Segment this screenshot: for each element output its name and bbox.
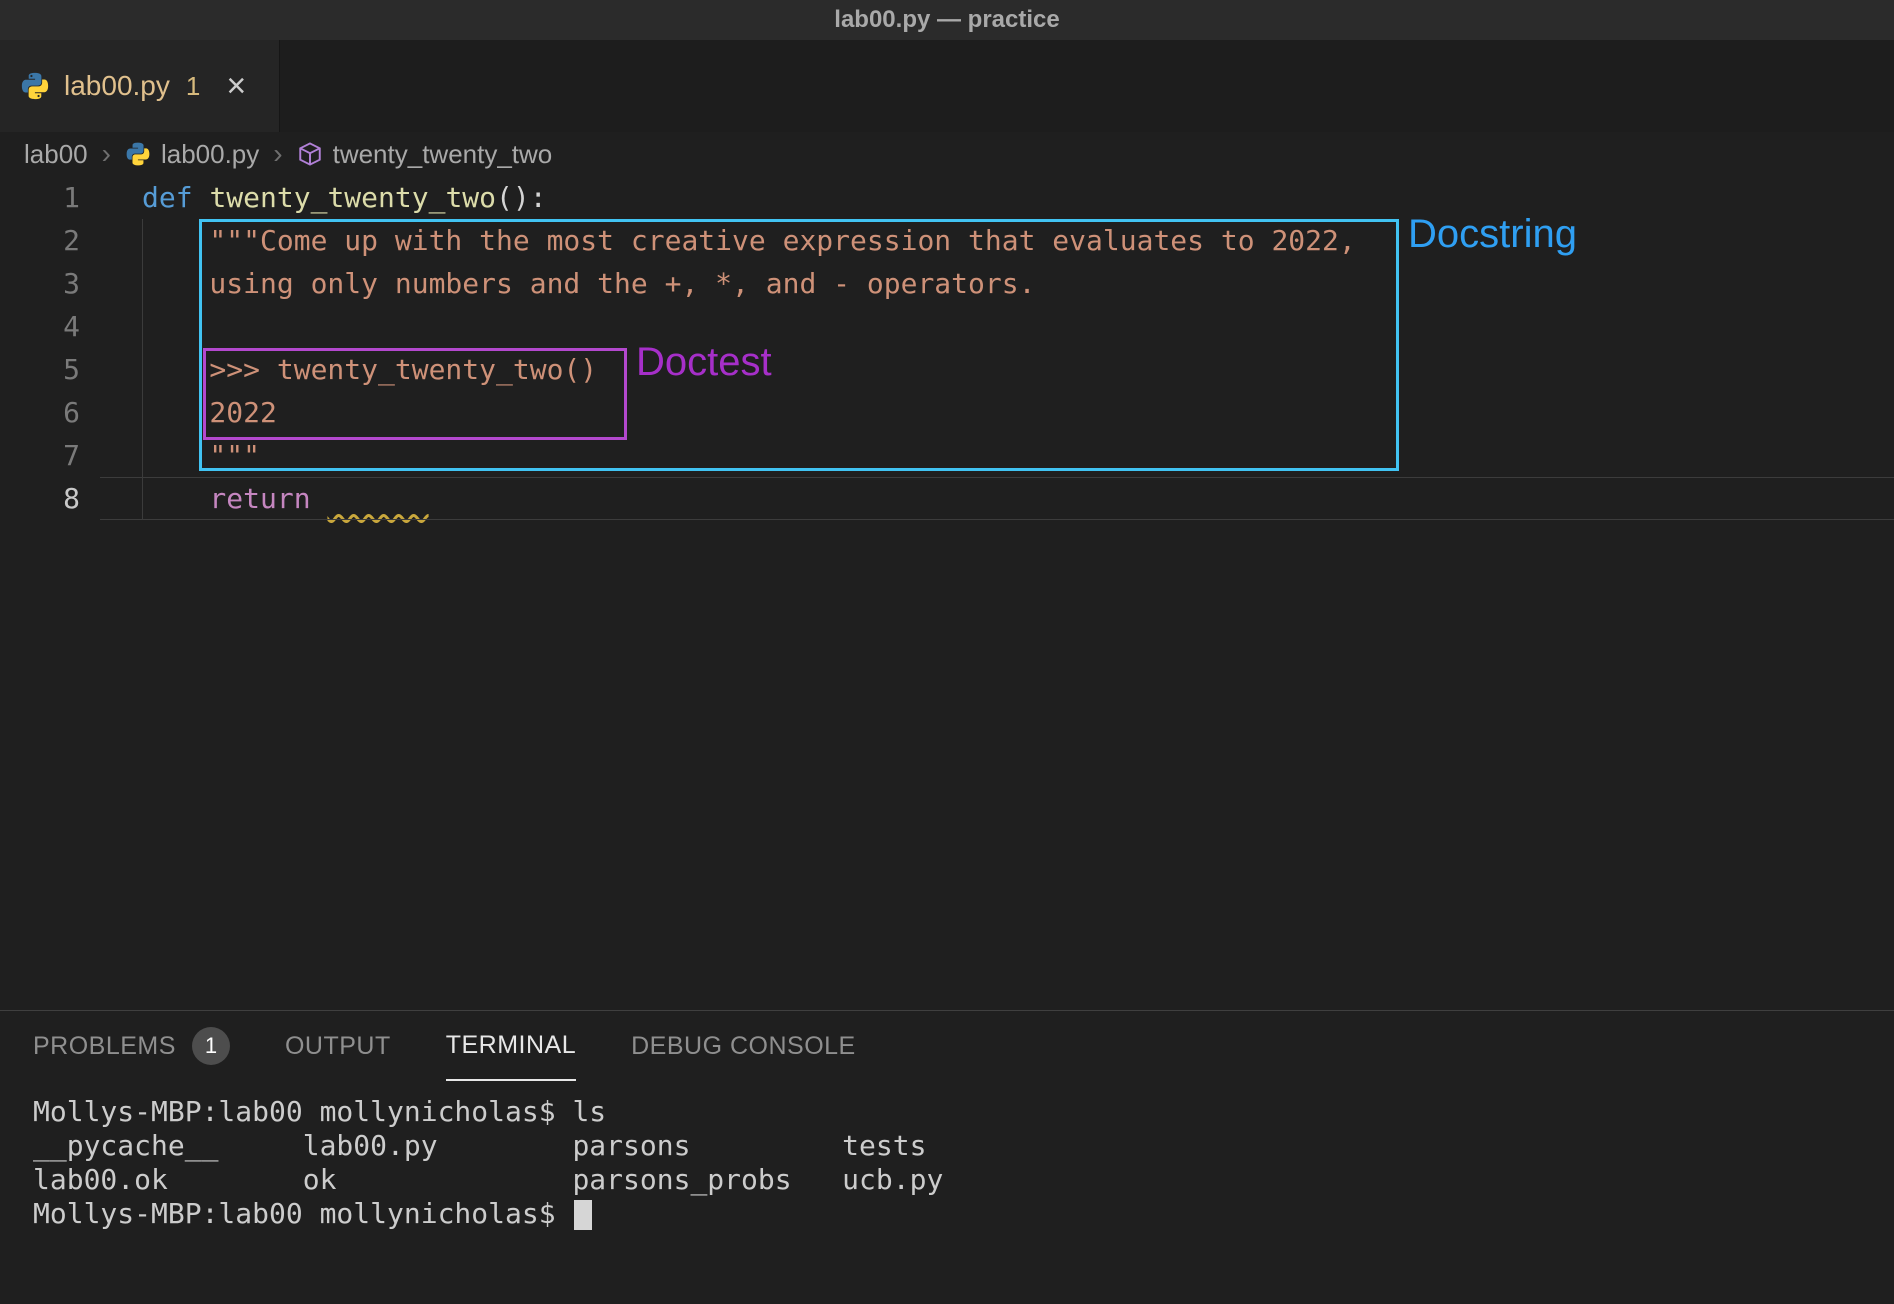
terminal-prompt: Mollys-MBP:lab00 mollynicholas$ xyxy=(33,1197,572,1230)
problems-count-badge: 1 xyxy=(192,1027,230,1065)
breadcrumb-item-symbol[interactable]: twenty_twenty_two xyxy=(297,139,553,170)
panel-tab-bar: PROBLEMS 1 OUTPUT TERMINAL DEBUG CONSOLE xyxy=(0,1011,1894,1081)
function-name: twenty_twenty_two xyxy=(209,181,496,214)
tab-output[interactable]: OUTPUT xyxy=(285,1011,391,1081)
line-number: 7 xyxy=(0,434,80,477)
close-icon[interactable]: × xyxy=(226,69,246,103)
python-icon xyxy=(125,141,151,167)
terminal-cursor xyxy=(574,1200,592,1230)
breadcrumb-item-file[interactable]: lab00.py xyxy=(125,139,259,170)
docstring-close: """ xyxy=(142,439,260,472)
keyword-return: return xyxy=(142,482,327,515)
tab-problems-label: PROBLEMS xyxy=(33,1032,176,1061)
python-icon xyxy=(20,71,50,101)
punctuation: (): xyxy=(496,181,547,214)
vscode-window: { "window": { "title": "lab00.py — pract… xyxy=(0,0,1894,1304)
tab-terminal-label: TERMINAL xyxy=(446,1031,576,1060)
code-line: 2 """Come up with the most creative expr… xyxy=(0,219,1894,262)
code-content: >>> twenty_twenty_two() xyxy=(80,348,597,391)
terminal-line: lab00.ok ok parsons_probs ucb.py xyxy=(33,1163,1894,1197)
window-title: lab00.py — practice xyxy=(834,6,1059,34)
code-line: 5 >>> twenty_twenty_two() xyxy=(0,348,1894,391)
code-line: 7 """ xyxy=(0,434,1894,477)
code-line: 4 xyxy=(0,305,1894,348)
chevron-right-icon: › xyxy=(100,138,113,170)
docstring-text: using only numbers and the +, *, and - o… xyxy=(142,267,1035,300)
terminal[interactable]: Mollys-MBP:lab00 mollynicholas$ ls __pyc… xyxy=(0,1081,1894,1231)
editor-tab-bar: lab00.py 1 × xyxy=(0,40,1894,132)
code-content: """ xyxy=(80,434,260,477)
code-content xyxy=(80,305,142,348)
tab-problems-count: 1 xyxy=(186,71,200,102)
breadcrumb: lab00 › lab00.py › twenty_twenty_two xyxy=(0,132,1894,176)
breadcrumb-item-folder[interactable]: lab00 xyxy=(24,139,88,170)
breadcrumb-folder-label: lab00 xyxy=(24,139,88,170)
symbol-cube-icon xyxy=(297,141,323,167)
line-number: 5 xyxy=(0,348,80,391)
line-number: 2 xyxy=(0,219,80,262)
tab-output-label: OUTPUT xyxy=(285,1032,391,1061)
code-editor[interactable]: 1 def twenty_twenty_two(): 2 """Come up … xyxy=(0,176,1894,1010)
line-number: 4 xyxy=(0,305,80,348)
tab-lab00-py[interactable]: lab00.py 1 × xyxy=(0,40,280,132)
code-content: """Come up with the most creative expres… xyxy=(80,219,1356,262)
breadcrumb-file-label: lab00.py xyxy=(161,139,259,170)
code-content: using only numbers and the +, *, and - o… xyxy=(80,262,1035,305)
code-content: return ______ xyxy=(80,477,429,520)
docstring-text: """Come up with the most creative expres… xyxy=(142,224,1356,257)
line-number: 8 xyxy=(0,477,80,520)
breadcrumb-symbol-label: twenty_twenty_two xyxy=(333,139,553,170)
tab-problems[interactable]: PROBLEMS 1 xyxy=(33,1011,230,1081)
line-number: 3 xyxy=(0,262,80,305)
fill-in-blank-squiggle: ______ xyxy=(327,482,428,515)
code-line: 1 def twenty_twenty_two(): xyxy=(0,176,1894,219)
doctest-prompt: >>> twenty_twenty_two() xyxy=(142,353,597,386)
line-number: 1 xyxy=(0,176,80,219)
tab-terminal[interactable]: TERMINAL xyxy=(446,1011,576,1081)
titlebar: lab00.py — practice xyxy=(0,0,1894,40)
terminal-line: __pycache__ lab00.py parsons tests xyxy=(33,1129,1894,1163)
doctest-expected-output: 2022 xyxy=(142,396,277,429)
code-content: def twenty_twenty_two(): xyxy=(80,176,547,219)
code-content: 2022 xyxy=(80,391,277,434)
tab-debug-console[interactable]: DEBUG CONSOLE xyxy=(631,1011,856,1081)
chevron-right-icon: › xyxy=(271,138,284,170)
bottom-panel: PROBLEMS 1 OUTPUT TERMINAL DEBUG CONSOLE… xyxy=(0,1010,1894,1304)
keyword-def: def xyxy=(142,181,209,214)
code-line-current: 8 return ______ xyxy=(0,477,1894,520)
terminal-prompt-line: Mollys-MBP:lab00 mollynicholas$ xyxy=(33,1197,1894,1231)
code-line: 6 2022 xyxy=(0,391,1894,434)
code-line: 3 using only numbers and the +, *, and -… xyxy=(0,262,1894,305)
terminal-line: Mollys-MBP:lab00 mollynicholas$ ls xyxy=(33,1095,1894,1129)
line-number: 6 xyxy=(0,391,80,434)
tab-filename: lab00.py xyxy=(64,70,170,102)
tab-debug-console-label: DEBUG CONSOLE xyxy=(631,1032,856,1061)
